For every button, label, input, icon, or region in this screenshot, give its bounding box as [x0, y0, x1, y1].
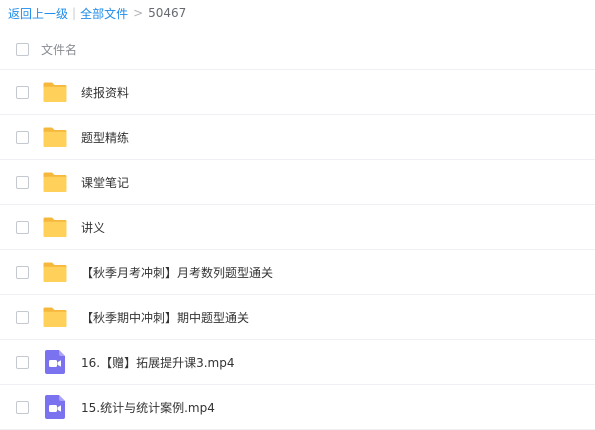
folder-row[interactable]: 讲义 [0, 205, 595, 250]
folder-row[interactable]: 课堂笔记 [0, 160, 595, 205]
all-files-link[interactable]: 全部文件 [80, 5, 128, 22]
folder-row[interactable]: 【秋季月考冲刺】月考数列题型通关 [0, 250, 595, 295]
file-row[interactable]: 15.统计与统计案例.mp4 [0, 385, 595, 430]
breadcrumb-separator: | [72, 6, 77, 20]
row-checkbox[interactable] [16, 85, 29, 99]
folder-icon [41, 258, 69, 286]
breadcrumb: 返回上一级 | 全部文件 > 50467 [8, 4, 186, 22]
file-row[interactable]: 16.【赠】拓展提升课3.mp4 [0, 340, 595, 385]
file-name[interactable]: 【秋季月考冲刺】月考数列题型通关 [81, 264, 273, 281]
file-name[interactable]: 续报资料 [81, 84, 129, 101]
file-name[interactable]: 题型精练 [81, 129, 129, 146]
row-checkbox[interactable] [16, 355, 29, 369]
file-name[interactable]: 【秋季期中冲刺】期中题型通关 [81, 309, 249, 326]
row-checkbox[interactable] [16, 130, 29, 144]
file-list-header: 文件名 [0, 30, 595, 70]
folder-icon [41, 303, 69, 331]
row-checkbox[interactable] [16, 265, 29, 279]
folder-icon [41, 213, 69, 241]
folder-row[interactable]: 【秋季期中冲刺】期中题型通关 [0, 295, 595, 340]
folder-icon [41, 78, 69, 106]
file-name[interactable]: 课堂笔记 [81, 174, 129, 191]
file-list: 文件名 续报资料题型精练课堂笔记讲义【秋季月考冲刺】月考数列题型通关 【秋季期中冲… [0, 30, 595, 430]
folder-row[interactable]: 题型精练 [0, 115, 595, 160]
select-all-checkbox[interactable] [16, 43, 29, 56]
row-checkbox[interactable] [16, 310, 29, 324]
folder-icon [41, 123, 69, 151]
file-name[interactable]: 讲义 [81, 219, 105, 236]
breadcrumb-arrow: > [133, 6, 144, 20]
video-file-icon [41, 348, 69, 376]
row-checkbox[interactable] [16, 220, 29, 234]
back-link[interactable]: 返回上一级 [8, 5, 68, 22]
file-name[interactable]: 16.【赠】拓展提升课3.mp4 [81, 354, 234, 371]
column-header-filename: 文件名 [41, 43, 78, 57]
folder-row[interactable]: 续报资料 [0, 70, 595, 115]
row-checkbox[interactable] [16, 175, 29, 189]
row-checkbox[interactable] [16, 400, 29, 414]
file-name[interactable]: 15.统计与统计案例.mp4 [81, 399, 215, 416]
breadcrumb-current: 50467 [148, 6, 187, 20]
folder-icon [41, 168, 69, 196]
video-file-icon [41, 393, 69, 421]
